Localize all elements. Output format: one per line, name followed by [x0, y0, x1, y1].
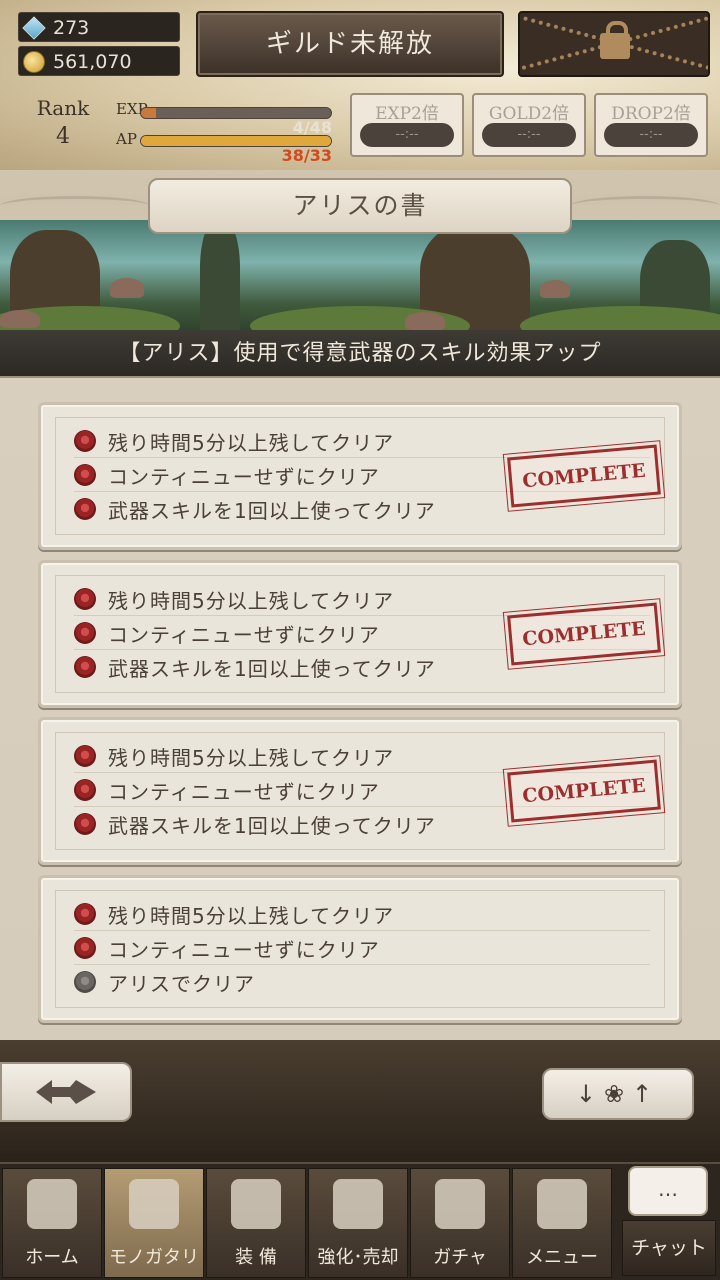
gem-counter: 273 — [18, 12, 180, 42]
mission-row: 残り時間5分以上残してクリア — [74, 897, 650, 931]
mission-text: 武器スキルを1回以上使ってクリア — [108, 657, 436, 681]
rose-icon — [74, 622, 96, 644]
mission-text: 残り時間5分以上残してクリア — [108, 746, 395, 770]
rose-icon — [74, 937, 96, 959]
puppet-icon — [231, 1179, 281, 1229]
tab-label: メニュー — [526, 1247, 598, 1268]
mission-text: アリスでクリア — [108, 972, 255, 996]
gold-boost-time: --:-- — [482, 123, 576, 147]
ap-value: 38/33 — [281, 146, 332, 165]
back-button[interactable] — [0, 1062, 132, 1122]
tab-label: ガチャ — [433, 1247, 487, 1268]
helmet-icon — [333, 1179, 383, 1229]
gold-counter: 561,070 — [18, 46, 180, 76]
tab-label: ホーム — [25, 1247, 79, 1268]
tab-home[interactable]: ホーム — [2, 1168, 102, 1278]
exp-boost-time: --:-- — [360, 123, 454, 147]
rank-label: Rank — [36, 96, 90, 120]
drop-boost-label: DROP2倍 — [611, 104, 691, 124]
tab-equipment[interactable]: 装 備 — [206, 1168, 306, 1278]
rose-icon — [74, 656, 96, 678]
tab-label: 装 備 — [235, 1247, 277, 1268]
mission-card[interactable]: 残り時間5分以上残してクリア コンティニューせずにクリア 武器スキルを1回以上使… — [38, 717, 682, 865]
mission-text: コンティニューせずにクリア — [108, 938, 380, 962]
gold-count: 561,070 — [53, 51, 132, 73]
back-arrow-icon — [36, 1080, 96, 1104]
mission-text: 残り時間5分以上残してクリア — [108, 589, 395, 613]
rose-icon — [74, 498, 96, 520]
mission-text: コンティニューせずにクリア — [108, 465, 380, 489]
exp-boost-label: EXP2倍 — [375, 104, 439, 124]
crossed-swords-icon — [435, 1179, 485, 1229]
gem-count: 273 — [53, 17, 90, 39]
mushroom-decoration — [110, 278, 144, 298]
tab-menu[interactable]: メニュー — [512, 1168, 612, 1278]
rose-icon — [74, 745, 96, 767]
rose-icon — [74, 430, 96, 452]
rose-icon — [74, 588, 96, 610]
chat-bubble-icon[interactable]: … — [628, 1166, 708, 1216]
guild-button[interactable]: ギルド未解放 — [196, 11, 504, 77]
tab-enhance-sell[interactable]: 強化･売却 — [308, 1168, 408, 1278]
rose-icon — [74, 813, 96, 835]
gears-icon — [537, 1179, 587, 1229]
scroll-ornament-right — [570, 196, 720, 216]
mission-text: コンティニューせずにクリア — [108, 780, 380, 804]
gold-boost-panel[interactable]: GOLD2倍 --:-- — [472, 93, 586, 157]
padlock-icon — [600, 21, 630, 59]
mushroom-decoration — [540, 280, 570, 298]
exp-boost-panel[interactable]: EXP2倍 --:-- — [350, 93, 464, 157]
gem-icon — [22, 16, 46, 40]
mission-list[interactable]: 残り時間5分以上残してクリア コンティニューせずにクリア 武器スキルを1回以上使… — [0, 380, 720, 1040]
ap-label: AP — [116, 130, 137, 148]
exp-bar-fill — [141, 108, 157, 118]
mission-row: コンティニューせずにクリア — [74, 931, 650, 965]
book-icon — [129, 1179, 179, 1229]
mushroom-decoration — [405, 312, 445, 330]
locked-slot[interactable] — [518, 11, 710, 77]
tab-gacha[interactable]: ガチャ — [410, 1168, 510, 1278]
tab-label: 強化･売却 — [317, 1247, 399, 1268]
book-title-bar: アリスの書 — [0, 178, 720, 240]
book-subtitle: 【アリス】使用で得意武器のスキル効果アップ — [0, 330, 720, 378]
mushroom-decoration — [0, 310, 40, 328]
mission-card-inner: 残り時間5分以上残してクリア コンティニューせずにクリア アリスでクリア — [55, 890, 665, 1008]
rose-icon — [74, 779, 96, 801]
scroll-ornament-left — [0, 196, 150, 216]
mission-text: コンティニューせずにクリア — [108, 623, 380, 647]
rose-icon-gray — [74, 971, 96, 993]
coin-icon — [23, 51, 45, 73]
gold-boost-label: GOLD2倍 — [488, 104, 570, 124]
ap-bar-fill — [141, 136, 331, 146]
tab-bar: ホーム モノガタリ 装 備 強化･売却 ガチャ メニュー — [0, 1162, 720, 1280]
tab-label: モノガタリ — [109, 1247, 199, 1268]
drop-boost-time: --:-- — [604, 123, 698, 147]
rank-value: 4 — [56, 124, 70, 149]
mission-card[interactable]: 残り時間5分以上残してクリア コンティニューせずにクリア 武器スキルを1回以上使… — [38, 560, 682, 708]
tab-story[interactable]: モノガタリ — [104, 1168, 204, 1278]
mission-row: アリスでクリア — [74, 965, 650, 999]
mission-text: 残り時間5分以上残してクリア — [108, 431, 395, 455]
mission-text: 残り時間5分以上残してクリア — [108, 904, 395, 928]
castle-icon — [27, 1179, 77, 1229]
rose-icon — [74, 464, 96, 486]
rank-box: Rank 4 — [18, 96, 108, 156]
mission-text: 武器スキルを1回以上使ってクリア — [108, 499, 436, 523]
rose-icon — [74, 903, 96, 925]
app-screen: 273 561,070 ギルド未解放 Rank 4 EXP 4/48 AP 38… — [0, 0, 720, 1280]
drop-boost-panel[interactable]: DROP2倍 --:-- — [594, 93, 708, 157]
mission-card[interactable]: 残り時間5分以上残してクリア コンティニューせずにクリア 武器スキルを1回以上使… — [38, 402, 682, 550]
book-title: アリスの書 — [148, 178, 572, 234]
mission-text: 武器スキルを1回以上使ってクリア — [108, 814, 436, 838]
tab-chat[interactable]: チャット — [622, 1220, 716, 1276]
sort-button[interactable]: ↓❀↑ — [542, 1068, 694, 1120]
mission-card[interactable]: 残り時間5分以上残してクリア コンティニューせずにクリア アリスでクリア — [38, 875, 682, 1023]
